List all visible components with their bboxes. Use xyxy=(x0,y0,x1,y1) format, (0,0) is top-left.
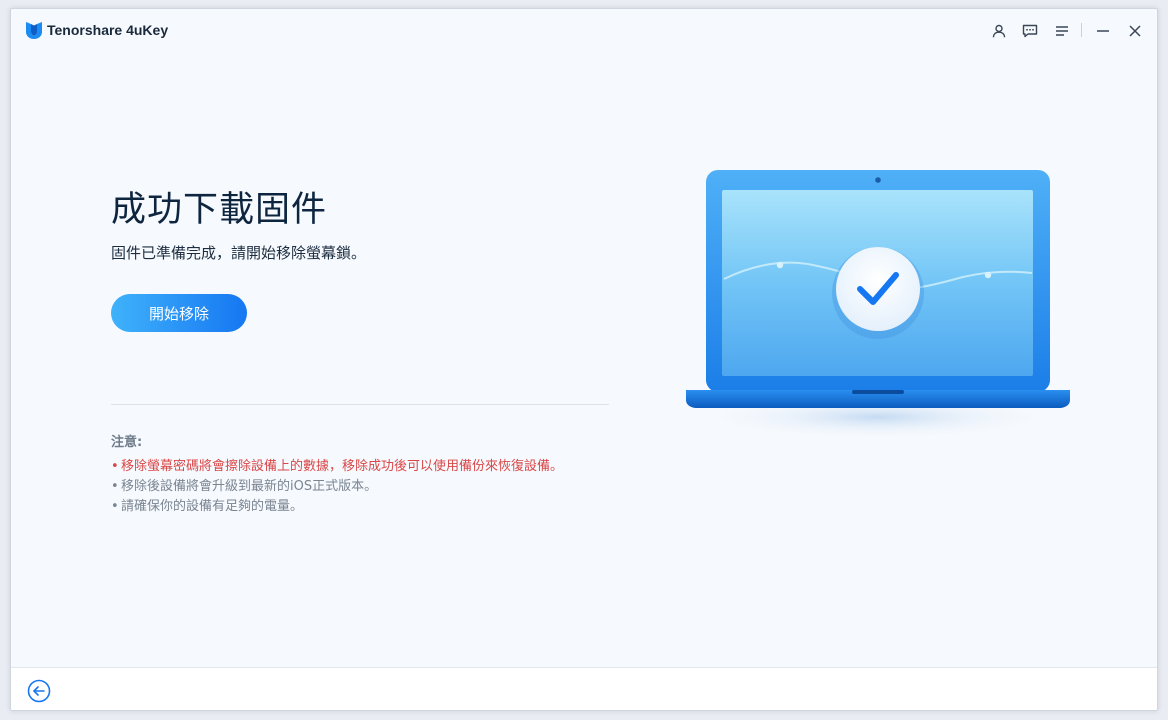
close-button[interactable] xyxy=(1123,19,1147,43)
notice-text: 移除後設備將會升級到最新的iOS正式版本。 xyxy=(121,479,378,494)
notice-item: • 移除後設備將會升級到最新的iOS正式版本。 xyxy=(111,477,563,497)
close-icon xyxy=(1129,25,1141,37)
footer-bar xyxy=(11,667,1157,710)
titlebar-divider xyxy=(1081,23,1082,37)
user-icon xyxy=(992,24,1006,38)
app-logo-icon xyxy=(26,22,42,39)
minimize-button[interactable] xyxy=(1091,19,1115,43)
notice-label: 注意: xyxy=(111,435,143,450)
bullet: • xyxy=(111,459,119,474)
notice-text: 請確保你的設備有足夠的電量。 xyxy=(121,499,304,514)
laptop-success-illustration xyxy=(686,170,1070,439)
app-title: Tenorshare 4uKey xyxy=(47,22,169,38)
page-title: 成功下載固件 xyxy=(111,190,328,230)
notice-item-warning: • 移除螢幕密碼將會擦除設備上的數據，移除成功後可以使用備份來恢復設備。 xyxy=(111,457,563,477)
minimize-icon xyxy=(1097,30,1109,32)
feedback-button[interactable] xyxy=(1018,19,1042,43)
user-account-button[interactable] xyxy=(987,19,1011,43)
section-divider xyxy=(111,404,609,405)
menu-icon xyxy=(1056,26,1068,36)
notice-item: • 請確保你的設備有足夠的電量。 xyxy=(111,497,563,517)
feedback-icon xyxy=(1022,24,1038,38)
page-subtitle: 固件已準備完成，請開始移除螢幕鎖。 xyxy=(111,244,367,262)
back-arrow-icon[interactable] xyxy=(27,679,51,703)
app-window: Tenorshare 4uKey 成功下載固件 固件已準備完成，請開始移除螢幕鎖… xyxy=(10,8,1158,711)
notice-text: 移除螢幕密碼將會擦除設備上的數據，移除成功後可以使用備份來恢復設備。 xyxy=(121,459,564,474)
bullet: • xyxy=(111,479,119,494)
bullet: • xyxy=(111,499,119,514)
title-bar: Tenorshare 4uKey xyxy=(11,9,1157,49)
menu-button[interactable] xyxy=(1050,19,1074,43)
notice-list: • 移除螢幕密碼將會擦除設備上的數據，移除成功後可以使用備份來恢復設備。 • 移除後… xyxy=(111,457,563,517)
start-remove-button[interactable]: 開始移除 xyxy=(111,294,247,332)
